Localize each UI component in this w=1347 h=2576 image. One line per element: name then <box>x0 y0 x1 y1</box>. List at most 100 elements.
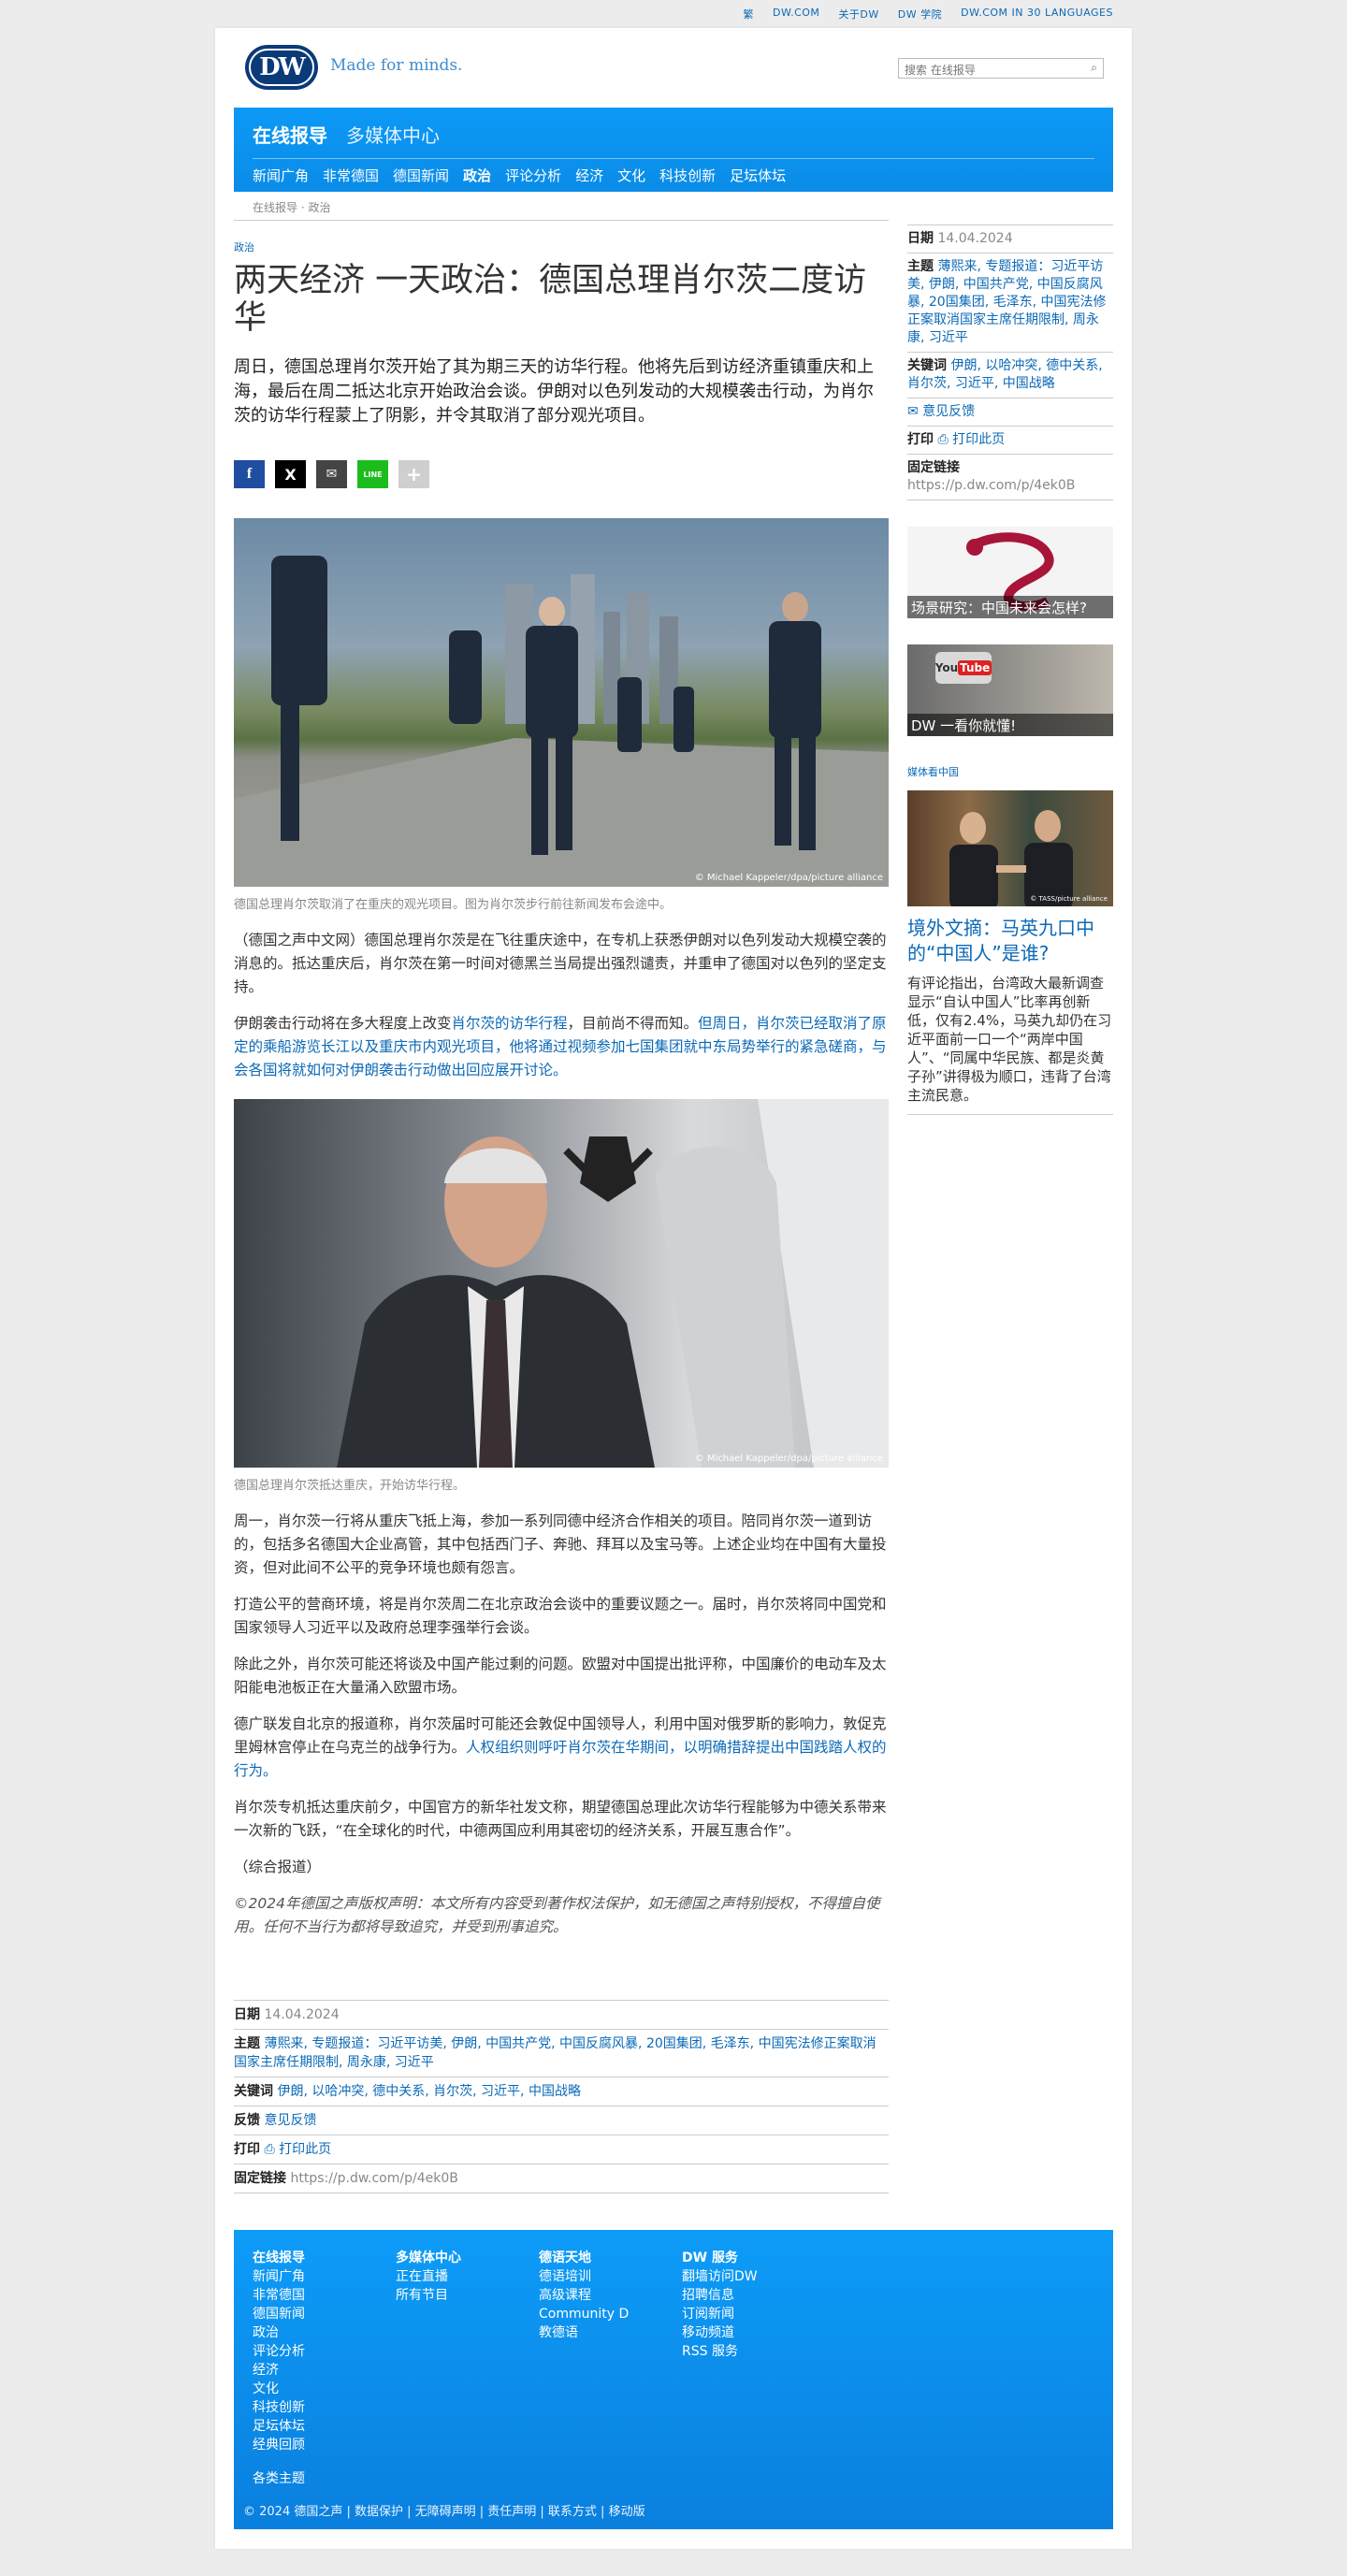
nav-divider <box>253 158 1094 159</box>
footer-link[interactable]: 翻墙访问DW <box>682 2267 758 2286</box>
nav-online[interactable]: 在线报导 <box>253 121 327 148</box>
meta-permalink-row: 固定链接 https://p.dw.com/p/4ek0B <box>234 2164 889 2193</box>
footer-link[interactable]: 文化 <box>253 2380 305 2398</box>
top-bar: 繁 DW.COM 关于DW DW 学院 DW.COM IN 30 LANGUAG… <box>0 0 1347 28</box>
footer-link[interactable]: 非常德国 <box>253 2286 305 2305</box>
image1-credit: © Michael Kappeler/dpa/picture alliance <box>694 873 883 883</box>
side-feedback-link[interactable]: ✉ 意见反馈 <box>907 404 975 419</box>
meta-permalink-label: 固定链接 <box>234 2171 286 2186</box>
footer-col-online-heading[interactable]: 在线报导 <box>253 2249 305 2267</box>
permalink-value[interactable]: https://p.dw.com/p/4ek0B <box>290 2171 457 2186</box>
footer-link[interactable]: 新闻广角 <box>253 2267 305 2286</box>
side-keywords-row: 关键词 伊朗, 以哈冲突, 德中关系, 肖尔茨, 习近平, 中国战略 <box>907 352 1113 398</box>
nav-item-german-news[interactable]: 德国新闻 <box>393 166 449 185</box>
footer-link[interactable]: 高级课程 <box>539 2286 629 2305</box>
meta-topics-links[interactable]: 薄熙来, 专题报道：习近平访美, 伊朗, 中国共产党, 中国反腐风暴, 20国集… <box>234 2036 876 2070</box>
site-header: DW Made for minds. 搜索 在线报导 ⌕ <box>243 43 1104 95</box>
nav-item-commentary[interactable]: 评论分析 <box>505 166 561 185</box>
article-image-scholz-walking: © Michael Kappeler/dpa/picture alliance <box>234 518 889 887</box>
article-lead: 周日，德国总理肖尔茨开始了其为期三天的访华行程。他将先后到访经济重镇重庆和上海，… <box>234 357 874 426</box>
share-bar: f X ✉ LINE + <box>234 460 889 488</box>
nav-item-sports[interactable]: 足坛体坛 <box>730 166 786 185</box>
article: 政治 两天经济 一天政治：德国总理肖尔茨二度访华 周日，德国总理肖尔茨开始了其为… <box>234 239 889 1939</box>
line-share-icon[interactable]: LINE <box>357 460 388 488</box>
section-media-on-china[interactable]: 媒体看中国 <box>907 764 1113 779</box>
dw-logo[interactable]: DW <box>245 45 318 90</box>
side-print-label: 打印 <box>907 432 934 447</box>
footer-legal[interactable]: © 2024 德国之声 | 数据保护 | 无障碍声明 | 责任声明 | 联系方式… <box>243 2501 645 2519</box>
footer-link[interactable]: 德国新闻 <box>253 2305 305 2323</box>
article-paragraph-7: 肖尔茨专机抵达重庆前夕，中国官方的新华社发文称，期望德国总理此次访华行程能够为中… <box>234 1799 887 1839</box>
footer-link[interactable]: Community D <box>539 2305 629 2323</box>
top-link-academy[interactable]: DW 学院 <box>898 7 942 22</box>
teaser-china-future[interactable]: 场景研究：中国未来会怎样? <box>907 527 1113 618</box>
side-print-link[interactable]: ⎙ 打印此页 <box>937 432 1005 447</box>
footer-link[interactable]: 订阅新闻 <box>682 2305 758 2323</box>
footer-link[interactable]: 评论分析 <box>253 2342 305 2361</box>
search-icon[interactable]: ⌕ <box>1091 61 1097 75</box>
search-input[interactable]: 搜索 在线报导 ⌕ <box>898 58 1104 79</box>
teaser-dw-explains[interactable]: You Tube DW 一看你就懂! <box>907 644 1113 736</box>
copyright-notice: ©2024年德国之声版权声明：本文所有内容受到著作权法保护，如无德国之声特别授权… <box>234 1895 880 1935</box>
footer-link[interactable]: 招聘信息 <box>682 2286 758 2305</box>
side-feedback-row: ✉ 意见反馈 <box>907 398 1113 426</box>
nav-item-economy[interactable]: 经济 <box>575 166 603 185</box>
side-topics-links[interactable]: 薄熙来, 专题报道：习近平访美, 伊朗, 中国共产党, 中国反腐风暴, 20国集… <box>907 259 1107 345</box>
side-permalink-row: 固定链接 https://p.dw.com/p/4ek0B <box>907 454 1113 500</box>
nav-item-politics[interactable]: 政治 <box>463 166 491 185</box>
meta-keywords-links[interactable]: 伊朗, 以哈冲突, 德中关系, 肖尔茨, 习近平, 中国战略 <box>277 2084 581 2099</box>
more-share-icon[interactable]: + <box>398 460 429 488</box>
footer-link[interactable]: 所有节目 <box>396 2286 461 2305</box>
side-date-row: 日期 14.04.2024 <box>907 224 1113 253</box>
top-link-languages[interactable]: DW.COM IN 30 LANGUAGES <box>961 7 1113 22</box>
footer-link[interactable]: 正在直播 <box>396 2267 461 2286</box>
meta-date-row: 日期 14.04.2024 <box>234 2000 889 2029</box>
article-kicker[interactable]: 政治 <box>234 239 889 254</box>
feature-title[interactable]: 境外文摘：马英九口中的“中国人”是谁? <box>907 916 1113 966</box>
footer-link[interactable]: 德语培训 <box>539 2267 629 2286</box>
footer-link[interactable]: RSS 服务 <box>682 2342 758 2361</box>
footer-link[interactable]: 教德语 <box>539 2323 629 2342</box>
footer-col-german-heading[interactable]: 德语天地 <box>539 2249 629 2267</box>
nav-item-science[interactable]: 科技创新 <box>659 166 716 185</box>
x-share-icon[interactable]: X <box>275 460 306 488</box>
teaser-1-label: 场景研究：中国未来会怎样? <box>907 596 1113 618</box>
top-link-traditional[interactable]: 繁 <box>744 7 755 22</box>
walking-group-illustration <box>234 556 889 887</box>
footer-col-multimedia-heading[interactable]: 多媒体中心 <box>396 2249 461 2267</box>
nav-item-news[interactable]: 新闻广角 <box>253 166 309 185</box>
teaser-2-label: DW 一看你就懂! <box>907 714 1113 736</box>
image2-caption: 德国总理肖尔茨抵达重庆，开始访华行程。 <box>234 1479 466 1493</box>
footer-col-services-heading[interactable]: DW 服务 <box>682 2249 758 2267</box>
print-link-text: 打印此页 <box>279 2142 332 2157</box>
breadcrumb[interactable]: 在线报导 · 政治 <box>253 199 330 215</box>
feature-image-ma-xi[interactable]: © TASS/picture alliance <box>907 790 1113 906</box>
paragraph-2-text-a: 伊朗袭击行动将在多大程度上改变 <box>234 1015 452 1032</box>
nav-multimedia[interactable]: 多媒体中心 <box>346 121 440 148</box>
print-link[interactable]: ⎙ 打印此页 <box>264 2142 331 2157</box>
footer-topics-link[interactable]: 各类主题 <box>253 2468 305 2487</box>
meta-date: 14.04.2024 <box>264 2007 340 2022</box>
feedback-link[interactable]: 意见反馈 <box>264 2113 316 2128</box>
side-date-label: 日期 <box>907 231 934 246</box>
side-permalink[interactable]: https://p.dw.com/p/4ek0B <box>907 478 1075 493</box>
footer-link[interactable]: 移动频道 <box>682 2323 758 2342</box>
facebook-share-icon[interactable]: f <box>234 460 265 488</box>
footer-link[interactable]: 政治 <box>253 2323 305 2342</box>
footer-link[interactable]: 经典回顾 <box>253 2436 305 2454</box>
article-paragraph-5: 除此之外，肖尔茨可能还将谈及中国产能过剩的问题。欧盟对中国提出批评称，中国廉价的… <box>234 1656 887 1696</box>
meta-print-label: 打印 <box>234 2142 260 2157</box>
email-share-icon[interactable]: ✉ <box>316 460 347 488</box>
footer-link[interactable]: 科技创新 <box>253 2398 305 2417</box>
top-link-about[interactable]: 关于DW <box>838 7 878 22</box>
search-placeholder: 搜索 在线报导 <box>905 64 976 77</box>
print-icon: ⎙ <box>264 2142 280 2157</box>
page-container: DW Made for minds. 搜索 在线报导 ⌕ 在线报导 多媒体中心 … <box>215 28 1132 2549</box>
footer-link[interactable]: 足坛体坛 <box>253 2417 305 2436</box>
nav-item-culture[interactable]: 文化 <box>617 166 645 185</box>
nav-item-germany[interactable]: 非常德国 <box>323 166 379 185</box>
footer-link[interactable]: 经济 <box>253 2361 305 2380</box>
link-scholz-trip[interactable]: 肖尔茨的访华行程 <box>452 1015 568 1032</box>
top-link-dwcom[interactable]: DW.COM <box>773 7 819 22</box>
article-paragraph-8: （综合报道） <box>234 1859 322 1875</box>
